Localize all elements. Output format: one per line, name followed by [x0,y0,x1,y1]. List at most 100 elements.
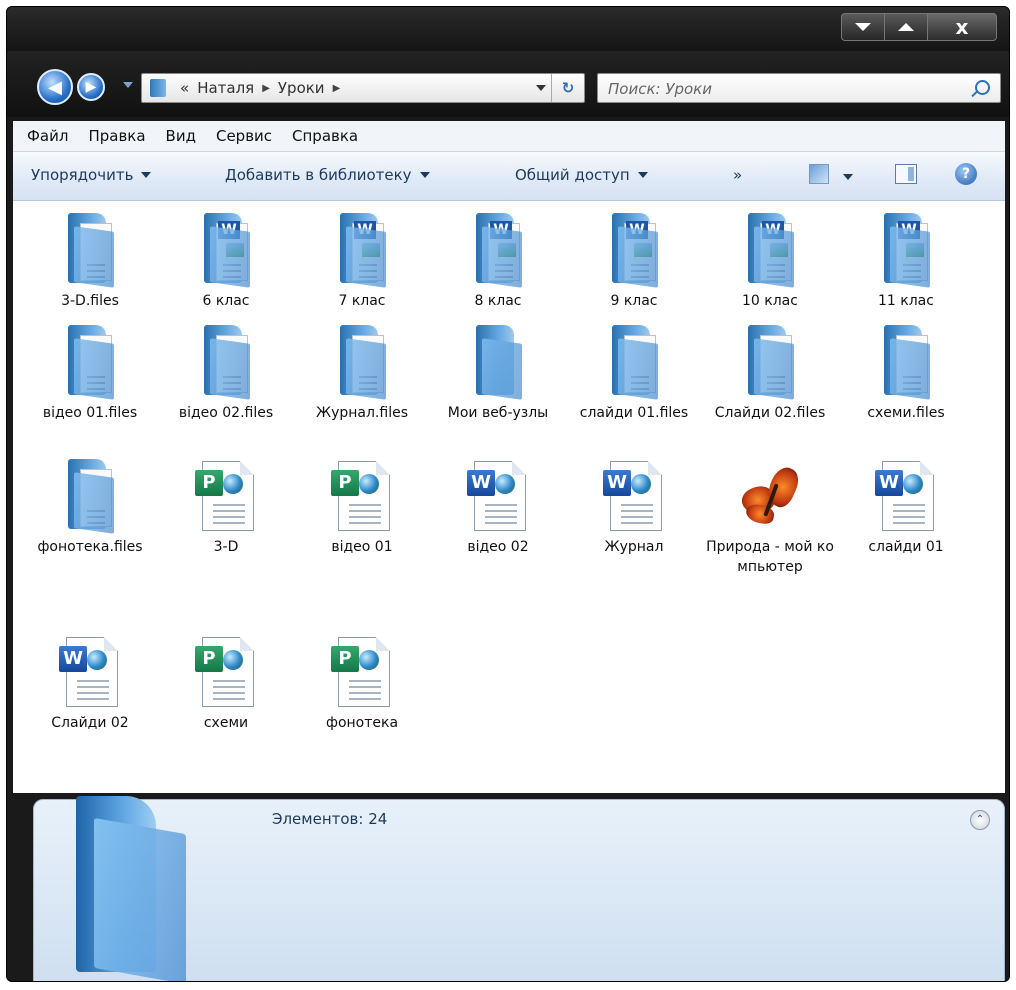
chevron-up-icon [898,23,914,31]
details-pane: Элементов: 24 ⌃ [33,796,1005,981]
recent-pages-dropdown[interactable] [123,82,133,88]
menu-tools[interactable]: Сервис [216,127,272,145]
butterfly-image-icon [738,455,804,533]
word-document-icon: W [59,631,120,709]
details-collapse-icon[interactable]: ⌃ [970,810,990,830]
file-item[interactable]: W Журнал [569,455,699,557]
file-item[interactable]: Журнал.files [297,321,427,423]
breadcrumb-item-lessons[interactable]: Уроки [278,79,325,97]
search-icon[interactable] [975,80,990,95]
close-button[interactable]: x [927,13,997,41]
back-button[interactable]: ◀ [37,69,73,105]
file-list: 3-D.files W 6 клас W 7 клас W 8 клас W 9 клас W 10… [13,201,1005,793]
file-item[interactable]: Pвідео 01 [297,455,427,557]
file-name: 11 клас [878,293,934,309]
file-item[interactable]: Wвідео 02 [433,455,563,557]
publisher-document-icon: P [331,455,392,533]
file-item[interactable]: W 9 клас [569,209,699,311]
view-dropdown-icon[interactable] [843,174,853,180]
add-to-library-button[interactable]: Добавить в библиотеку [225,166,430,184]
share-label: Общий доступ [515,166,630,184]
chevron-down-icon [637,172,648,178]
forward-button[interactable]: ▶ [77,73,105,101]
file-name: відео 01.files [42,405,138,421]
folder-icon [196,321,256,400]
item-count: Элементов: 24 [272,810,388,828]
file-item[interactable]: Wслайди 01 [841,455,971,557]
file-name: відео 01 [331,539,393,555]
menu-view[interactable]: Вид [166,127,196,145]
folder-icon [76,796,216,981]
file-item[interactable]: Pфонотека [297,631,427,733]
forward-arrow-icon: ▶ [85,79,97,95]
file-item[interactable]: W Слайди 02 [25,631,155,733]
file-item[interactable]: Pсхеми [161,631,291,733]
navigation-bar: ◀ ▶ « Наталя ▶ Уроки ▶ ↻ [7,51,1009,117]
file-item[interactable]: фонотека.files [25,455,155,557]
file-name: фонотека.files [37,539,143,555]
file-name: відео 02.files [178,405,274,421]
file-name: 9 клас [610,293,658,309]
share-button[interactable]: Общий доступ [515,166,648,184]
close-icon: x [955,15,969,39]
breadcrumb-overflow[interactable]: « [180,79,189,97]
file-name: 7 клас [338,293,386,309]
file-item[interactable]: 3-D.files [25,209,155,311]
more-label: » [733,166,743,184]
menu-edit[interactable]: Правка [88,127,145,145]
chevron-down-icon [419,172,430,178]
folder-icon: W [740,209,800,288]
file-item[interactable]: W 10 клас [705,209,835,311]
file-item[interactable]: W 6 клас [161,209,291,311]
file-item[interactable]: P 3-D [161,455,291,557]
menu-file[interactable]: Файл [27,127,68,145]
preview-pane-icon[interactable] [895,164,917,184]
file-item[interactable]: W 7 клас [297,209,427,311]
file-item[interactable]: Мои веб-узлы [433,321,563,423]
address-bar[interactable]: « Наталя ▶ Уроки ▶ ↻ [141,73,585,103]
chevron-right-icon[interactable]: ▶ [262,83,270,94]
file-item[interactable]: W 8 клас [433,209,563,311]
back-arrow-icon: ◀ [48,76,62,98]
file-name: 8 клас [474,293,522,309]
file-name: схеми [203,715,249,731]
chevron-right-icon[interactable]: ▶ [333,83,341,94]
address-dropdown-icon[interactable] [536,85,546,91]
file-name: 3-D.files [61,293,119,309]
explorer-window: x ◀ ▶ « Наталя ▶ Уроки ▶ ↻ Файл Правка В… [6,6,1010,982]
search-box [597,73,1001,103]
file-item[interactable]: Природа - мой компьютер [705,455,835,577]
folder-icon [468,321,528,400]
folder-icon: W [604,209,664,288]
file-name: Журнал.files [316,405,408,421]
file-name: 10 клас [742,293,798,309]
organize-button[interactable]: Упорядочить [31,166,152,184]
caption-buttons: x [841,13,997,41]
publisher-document-icon: P [195,631,256,709]
file-name: Природа - мой компьютер [706,539,834,575]
file-item[interactable]: слайди 01.files [569,321,699,423]
minimize-button[interactable] [841,13,885,41]
refresh-icon: ↻ [561,79,575,97]
more-commands-button[interactable]: » [733,166,742,184]
folder-front [94,817,186,981]
file-name: слайди 01 [868,539,944,555]
refresh-button[interactable]: ↻ [551,74,584,102]
file-item[interactable]: відео 01.files [25,321,155,423]
title-bar[interactable]: x [7,7,1009,51]
chevron-down-icon [855,23,871,31]
search-input[interactable] [606,77,960,101]
folder-icon [332,321,392,400]
file-item[interactable]: схеми.files [841,321,971,423]
file-name: фонотека [325,715,399,731]
file-name: схеми.files [867,405,945,421]
help-icon[interactable]: ? [955,163,977,185]
file-item[interactable]: Слайди 02.files [705,321,835,423]
menu-help[interactable]: Справка [292,127,358,145]
file-item[interactable]: W 11 клас [841,209,971,311]
change-view-icon[interactable] [809,164,829,184]
file-item[interactable]: відео 02.files [161,321,291,423]
maximize-button[interactable] [884,13,928,41]
folder-icon: W [332,209,392,288]
breadcrumb-item-natalia[interactable]: Наталя [197,79,254,97]
